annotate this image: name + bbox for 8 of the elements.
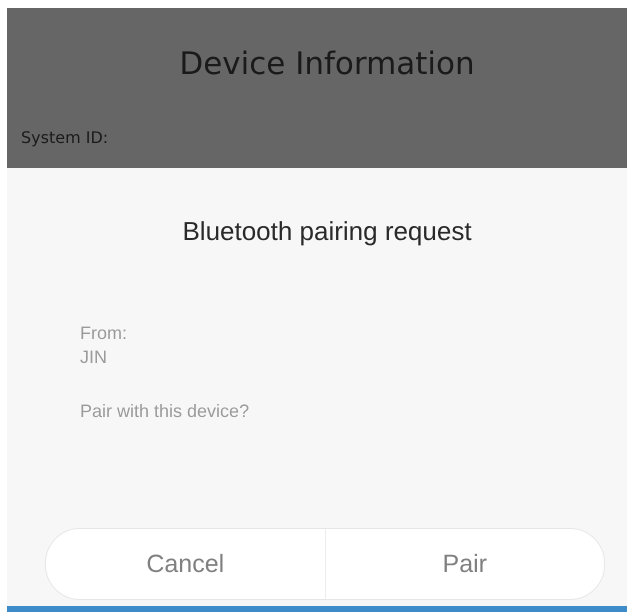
screen-title: Device Information bbox=[179, 46, 475, 82]
field-label: System ID: bbox=[21, 128, 108, 147]
cancel-button[interactable]: Cancel bbox=[46, 529, 324, 599]
from-label: From: bbox=[80, 322, 127, 345]
pair-button[interactable]: Pair bbox=[324, 529, 604, 599]
device-name: JIN bbox=[80, 346, 107, 369]
pair-question: Pair with this device? bbox=[80, 400, 250, 423]
dialog-title: Bluetooth pairing request bbox=[182, 216, 472, 247]
